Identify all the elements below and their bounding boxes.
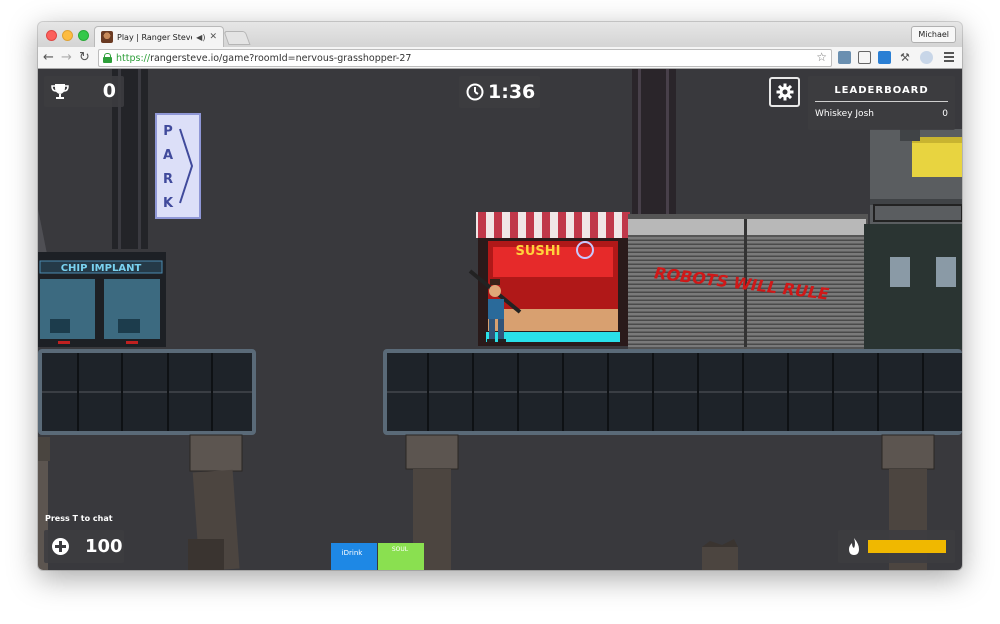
lock-icon (103, 53, 112, 63)
play-extension-icon[interactable] (878, 51, 891, 64)
new-tab-button[interactable] (223, 31, 251, 45)
health-value: 100 (85, 536, 123, 557)
fire-icon (849, 538, 859, 555)
chat-hint: Press T to chat (45, 514, 113, 523)
extension-icon[interactable] (838, 51, 851, 64)
leaderboard-player-score: 0 (942, 109, 948, 119)
ammo-bar (868, 540, 946, 553)
chip-implant-shop: CHIP IMPLANT (38, 252, 166, 347)
score-panel: 0 (44, 76, 124, 107)
park-letter: A (163, 148, 173, 163)
ammo-bar-fill (868, 540, 946, 553)
forward-arrow-icon[interactable]: → (61, 50, 72, 66)
browser-toolbar: ← → ↻ https://rangersteve.io/game?roomId… (38, 47, 962, 69)
park-sign: P A R K (155, 113, 201, 219)
leaderboard-divider (815, 101, 948, 102)
leaderboard-title: LEADERBOARD (834, 85, 929, 96)
game-canvas[interactable]: P A R K CHIP IMPLANT SUSHI ROBOTS WILL R… (38, 69, 962, 570)
score-value: 0 (102, 80, 116, 102)
tab-bar: Play | Ranger Steve: Bu ◀) ✕ Michael (38, 22, 962, 47)
profile-button[interactable]: Michael (911, 26, 956, 43)
reload-icon[interactable]: ↻ (79, 50, 90, 66)
window-maximize-button[interactable] (78, 30, 89, 41)
timer-value: 1:36 (488, 81, 536, 103)
game-scene: P A R K CHIP IMPLANT SUSHI ROBOTS WILL R… (38, 69, 962, 570)
park-letter: R (163, 172, 173, 187)
sushi-sign: SUSHI (516, 244, 561, 259)
speaker-icon[interactable]: ◀) (196, 33, 205, 42)
address-bar[interactable]: https://rangersteve.io/game?roomId=nervo… (98, 49, 832, 67)
vending-machine-idrink: iDrink (331, 543, 377, 570)
park-letter: P (163, 124, 173, 139)
vending-label-right: SOUL (392, 546, 409, 553)
favicon-icon (101, 31, 113, 43)
menu-icon[interactable] (944, 52, 954, 63)
trophy-icon (51, 84, 69, 99)
tab-title: Play | Ranger Steve: Bu (117, 32, 193, 42)
leaderboard-panel: LEADERBOARD Whiskey Josh 0 (808, 76, 955, 130)
vending-machine-soul: SOUL (378, 543, 424, 570)
leaderboard-player-name: Whiskey Josh (815, 109, 874, 119)
ammo-panel (838, 530, 955, 563)
browser-window: Play | Ranger Steve: Bu ◀) ✕ Michael ← →… (38, 22, 962, 570)
platform-right (383, 349, 962, 435)
shutter-store: ROBOTS WILL RULE (628, 214, 868, 349)
back-arrow-icon[interactable]: ← (43, 50, 54, 66)
url-text: https://rangersteve.io/game?roomId=nervo… (116, 52, 412, 64)
window-close-button[interactable] (46, 30, 57, 41)
right-building (864, 129, 962, 349)
timer-panel: 1:36 (459, 76, 540, 108)
gear-icon (776, 83, 793, 101)
cast-icon[interactable] (858, 51, 871, 64)
settings-button[interactable] (769, 77, 800, 107)
health-panel: 100 (44, 530, 124, 563)
chip-implant-sign: CHIP IMPLANT (61, 263, 142, 274)
browser-tab[interactable]: Play | Ranger Steve: Bu ◀) ✕ (94, 26, 224, 47)
plus-icon (52, 538, 69, 555)
clock-icon (466, 83, 484, 101)
platform-left (38, 349, 256, 435)
wrench-icon[interactable]: ⚒ (900, 51, 913, 64)
vending-label-left: iDrink (342, 549, 364, 557)
tab-close-icon[interactable]: ✕ (209, 32, 217, 42)
park-letter: K (163, 196, 174, 211)
support-pillar (188, 434, 243, 570)
settings-extension-icon[interactable] (920, 51, 933, 64)
bookmark-star-icon[interactable]: ☆ (816, 50, 827, 64)
window-minimize-button[interactable] (62, 30, 73, 41)
